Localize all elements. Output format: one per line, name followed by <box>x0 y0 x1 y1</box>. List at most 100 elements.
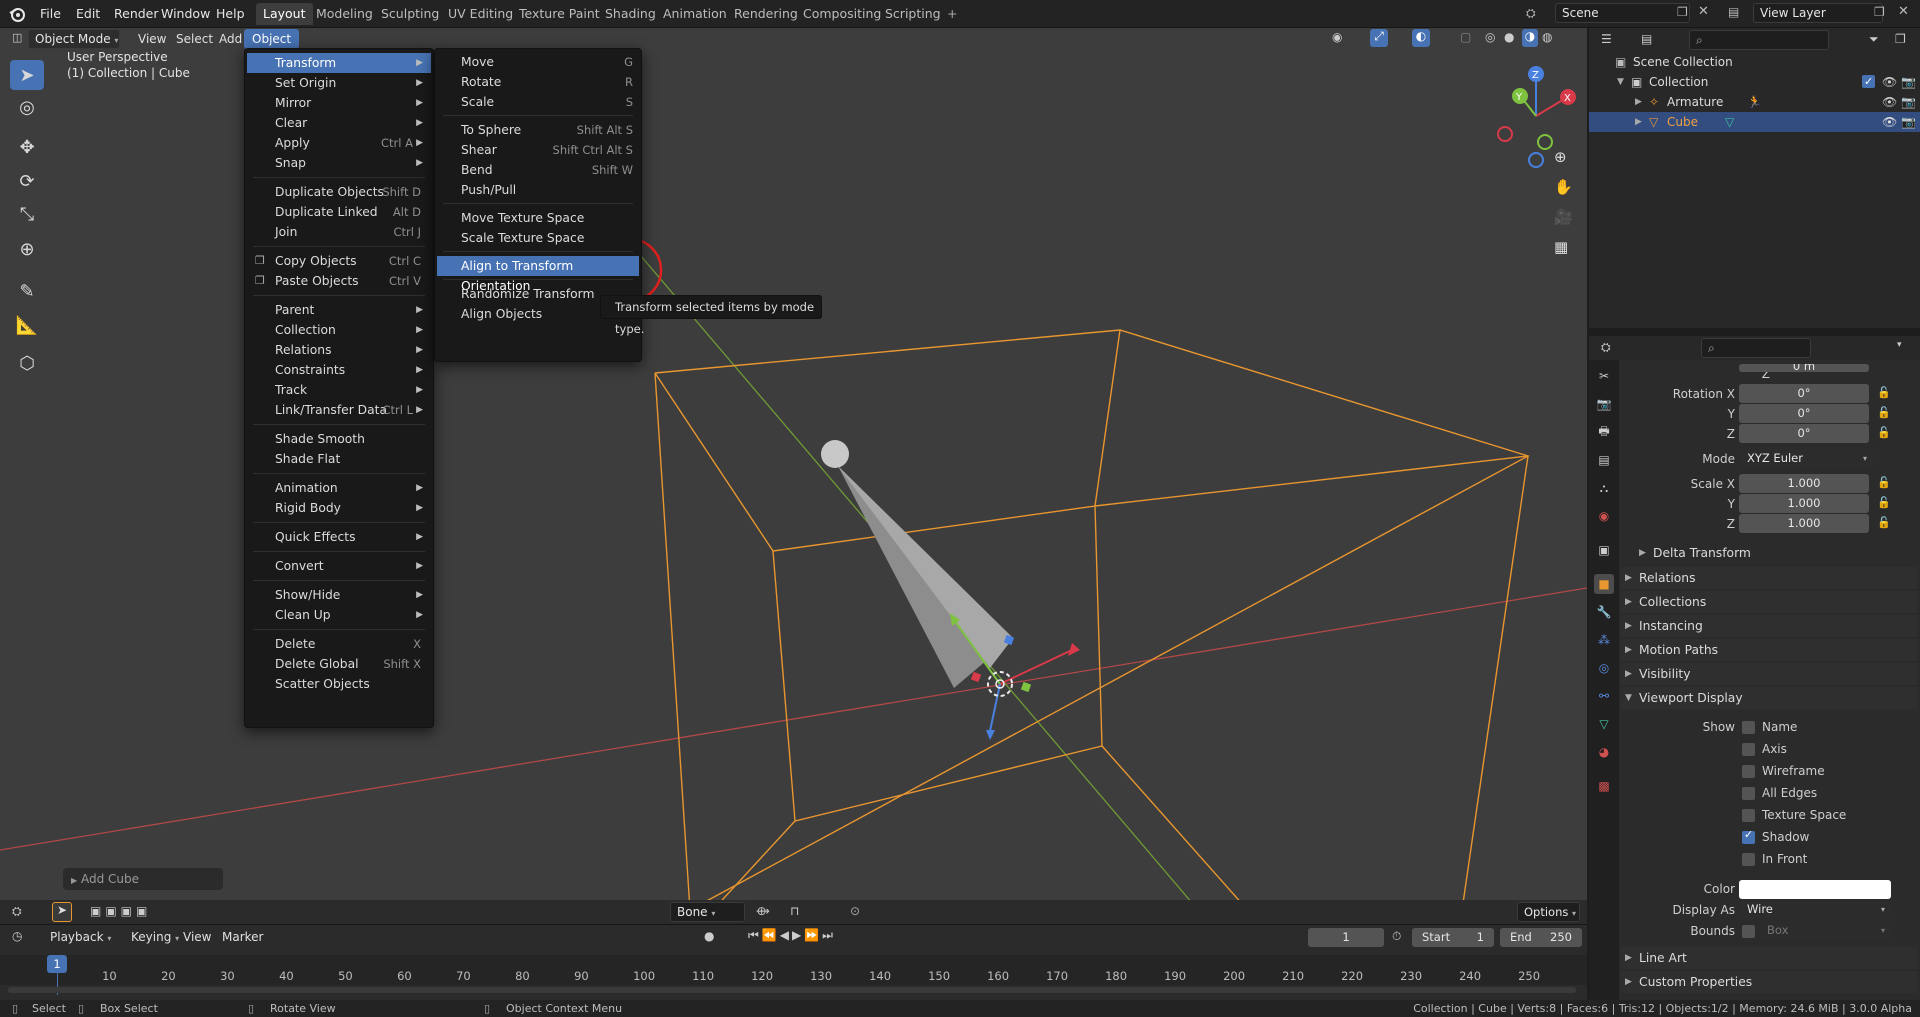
display-mode-icon[interactable]: ▤ <box>1641 32 1652 46</box>
panel-delta-transform[interactable]: ▶ Delta Transform <box>1635 542 1915 564</box>
modifier-tab-icon[interactable]: 🔧 <box>1594 602 1614 622</box>
bounds-checkbox[interactable] <box>1742 925 1755 938</box>
timeline-menu-view[interactable]: View <box>175 927 219 947</box>
clock-icon[interactable]: ⏱ <box>1392 929 1401 944</box>
expand-chevron-icon[interactable]: ▶ <box>1635 92 1642 112</box>
current-frame-field[interactable]: 1 <box>1308 928 1384 947</box>
object-menu-item-duplicate-linked[interactable]: Duplicate Linked Alt D <box>247 202 431 222</box>
visibility-icon[interactable]: ◉ <box>1332 30 1342 44</box>
collection-tab-icon[interactable]: ▣ <box>1594 540 1614 560</box>
record-icon[interactable]: ● <box>704 929 714 943</box>
lock-icon[interactable]: 🔓 <box>1877 386 1891 399</box>
select-box-tool[interactable]: ➤ <box>10 60 44 90</box>
object-menu-item-animation[interactable]: Animation ▶ <box>247 478 431 498</box>
transform-menu-item-scale-texture-space[interactable]: Scale Texture Space <box>437 228 639 248</box>
timeline-editor-icon[interactable]: ◷ <box>12 929 22 943</box>
object-menu-item-snap[interactable]: Snap ▶ <box>247 153 431 173</box>
expand-chevron-icon[interactable]: ▼ <box>1617 72 1624 92</box>
tab-shading[interactable]: Shading <box>598 3 663 25</box>
transform-menu-item-bend[interactable]: Bend Shift W <box>437 160 639 180</box>
new-view-layer-icon[interactable]: ❐ <box>1874 5 1885 19</box>
rotation-mode-dropdown[interactable]: XYZ Euler ▾ <box>1739 449 1873 468</box>
end-frame-field[interactable]: End 250 <box>1500 928 1582 947</box>
new-scene-icon[interactable]: ❐ <box>1677 5 1688 19</box>
panel-motion-paths[interactable]: ▶ Motion Paths <box>1621 639 1917 661</box>
tab-scripting[interactable]: Scripting <box>878 3 948 25</box>
object-menu-item-convert[interactable]: Convert ▶ <box>247 556 431 576</box>
object-menu-item-clear[interactable]: Clear ▶ <box>247 113 431 133</box>
bone-dropdown[interactable]: Bone ▾ <box>670 902 745 922</box>
transform-menu-item-rotate[interactable]: Rotate R <box>437 72 639 92</box>
rotation-z-field[interactable]: 0° <box>1739 424 1869 443</box>
object-menu-item-mirror[interactable]: Mirror ▶ <box>247 93 431 113</box>
object-menu-item-relations[interactable]: Relations ▶ <box>247 340 431 360</box>
object-tab-icon[interactable]: ■ <box>1594 574 1614 594</box>
particles-tab-icon[interactable]: ⁂ <box>1594 630 1614 650</box>
object-menu-item-clean-up[interactable]: Clean Up ▶ <box>247 605 431 625</box>
tab-modeling[interactable]: Modeling <box>309 3 380 25</box>
filter-icon[interactable]: ⏷ <box>1869 32 1879 47</box>
show-axis-checkbox[interactable] <box>1742 743 1755 756</box>
rendered-shading-icon[interactable]: ◍ <box>1542 30 1552 44</box>
physics-tab-icon[interactable]: ◎ <box>1594 658 1614 678</box>
scale-y-field[interactable]: 1.000 <box>1739 494 1869 513</box>
panel-line-art[interactable]: ▶ Line Art <box>1621 947 1917 969</box>
constraints-tab-icon[interactable]: ⚯ <box>1594 686 1614 706</box>
mode-dropdown[interactable]: Object Mode ▾ <box>28 29 120 49</box>
overlay-toggle-icon[interactable]: ◐ <box>1412 29 1430 47</box>
properties-search-input[interactable]: ⌕ <box>1701 338 1811 358</box>
view-layer-field[interactable]: View Layer <box>1753 3 1883 23</box>
transform-tool[interactable]: ⊕ <box>10 234 44 264</box>
object-menu-item-apply[interactable]: Apply Ctrl A ▶ <box>247 133 431 153</box>
object-menu-item-collection[interactable]: Collection ▶ <box>247 320 431 340</box>
ortho-grid-icon[interactable]: ▦ <box>1554 238 1568 256</box>
object-menu-item-set-origin[interactable]: Set Origin ▶ <box>247 73 431 93</box>
tab-texture-paint[interactable]: Texture Paint <box>512 3 607 25</box>
timeline-menu-marker[interactable]: Marker <box>214 927 271 947</box>
xray-icon[interactable]: ▢ <box>1460 30 1471 44</box>
tab-sculpting[interactable]: Sculpting <box>374 3 446 25</box>
output-tab-icon[interactable]: 🖶 <box>1594 422 1614 442</box>
tab-animation[interactable]: Animation <box>656 3 734 25</box>
outliner-row-collection[interactable]: ▼ ▣ Collection 👁 📷 <box>1589 72 1920 92</box>
scale-z-field[interactable]: 1.000 <box>1739 514 1869 533</box>
panel-instancing[interactable]: ▶ Instancing <box>1621 615 1917 637</box>
view-layer-icon[interactable]: ▤ <box>1728 5 1739 19</box>
properties-editor-icon[interactable]: ⛭ <box>1601 340 1611 355</box>
playback-controls-icon[interactable]: ⏮⏪◀▶⏩⏭ <box>748 928 836 943</box>
show-all-edges-checkbox[interactable] <box>1742 787 1755 800</box>
menu-window[interactable]: Window <box>155 4 216 24</box>
options-button[interactable]: Options ▾ <box>1517 902 1580 922</box>
lock-icon[interactable]: 🔓 <box>1877 406 1891 419</box>
transform-menu-item-move[interactable]: Move G <box>437 52 639 72</box>
solid-shading-icon[interactable]: ● <box>1504 30 1514 44</box>
color-swatch[interactable] <box>1739 880 1891 899</box>
cursor-tool[interactable]: ◎ <box>10 92 44 122</box>
outliner-row-cube[interactable]: ▶ ▽ Cube ▽ 👁 📷 <box>1589 112 1920 132</box>
editor-type-icon[interactable]: ◫ <box>12 31 22 44</box>
tool-settings-icon[interactable]: ⛭ <box>12 904 22 919</box>
display-as-dropdown[interactable]: Wire ▾ <box>1739 900 1891 919</box>
scene-tab-icon[interactable]: ⛬ <box>1594 478 1614 498</box>
outliner-editor-icon[interactable]: ☰ <box>1601 32 1612 46</box>
gizmo-toggle-icon[interactable]: ⤢ <box>1370 29 1388 47</box>
bounds-dropdown[interactable]: Box ▾ <box>1759 921 1891 940</box>
object-menu-item-transform[interactable]: Transform ▶ <box>247 53 431 73</box>
object-menu-item-show-hide[interactable]: Show/Hide ▶ <box>247 585 431 605</box>
menu-help[interactable]: Help <box>210 4 251 24</box>
snap-icon[interactable]: ⊓ <box>790 904 799 918</box>
transform-menu-item-to-sphere[interactable]: To Sphere Shift Alt S <box>437 120 639 140</box>
panel-relations[interactable]: ▶ Relations <box>1621 567 1917 589</box>
render-tab-icon[interactable]: 📷 <box>1594 394 1614 414</box>
object-menu-item-delete[interactable]: Delete X <box>247 634 431 654</box>
show-name-checkbox[interactable] <box>1742 721 1755 734</box>
data-tab-icon[interactable]: ▽ <box>1594 714 1614 734</box>
object-menu-item-track[interactable]: Track ▶ <box>247 380 431 400</box>
transform-menu-item-move-texture-space[interactable]: Move Texture Space <box>437 208 639 228</box>
viewport-menu-object[interactable]: Object <box>244 29 300 49</box>
object-menu-item-duplicate-objects[interactable]: Duplicate Objects Shift D <box>247 182 431 202</box>
delete-scene-icon[interactable]: ✕ <box>1698 4 1709 19</box>
add-workspace-button[interactable]: + <box>940 3 964 25</box>
3d-viewport[interactable]: ◫ Object Mode ▾ View Select Add Object ◉… <box>0 28 1587 924</box>
show-wireframe-checkbox[interactable] <box>1742 765 1755 778</box>
